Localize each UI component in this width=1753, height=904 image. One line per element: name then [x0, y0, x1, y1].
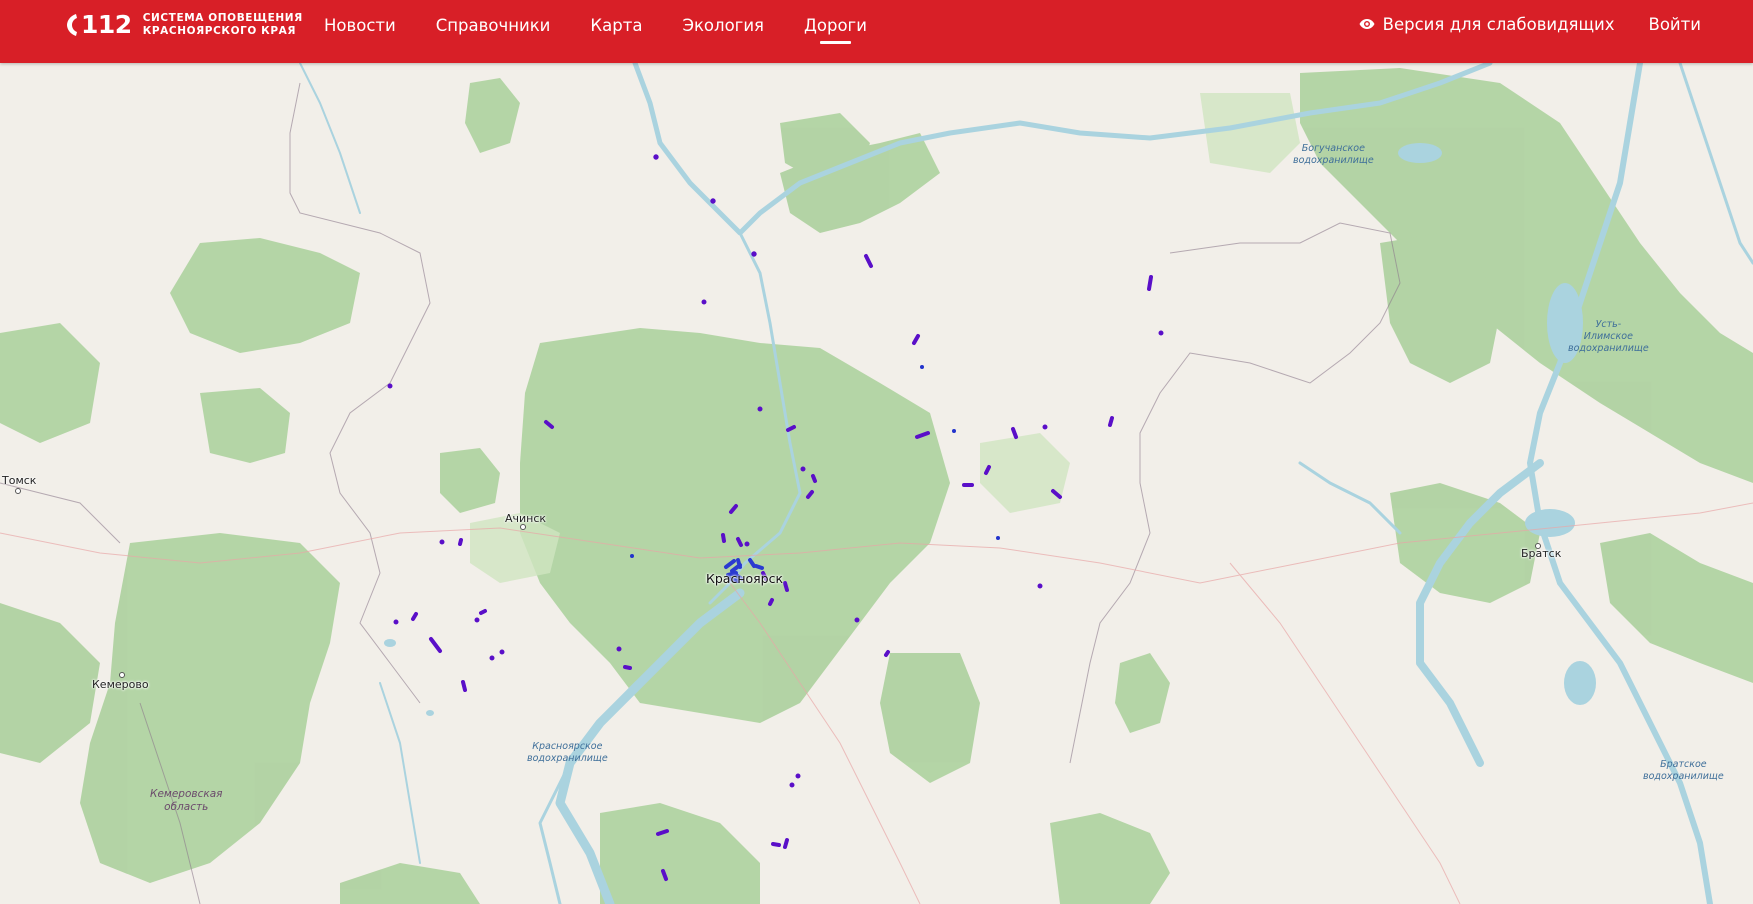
- city-label-bratsk: Братск: [1521, 547, 1562, 560]
- water-label-boguchany-reservoir: Богучанское водохранилище: [1293, 143, 1374, 166]
- eye-icon: [1359, 19, 1375, 29]
- road-event-marker: [393, 619, 399, 625]
- road-event-marker: [854, 617, 860, 623]
- road-event-marker: [499, 649, 505, 655]
- road-event-marker: [721, 533, 726, 543]
- road-event-marker: [1108, 416, 1114, 427]
- road-event-marker: [984, 465, 991, 475]
- accessibility-version-link[interactable]: Версия для слабовидящих: [1359, 15, 1615, 34]
- city-label-achinsk: Ачинск: [505, 512, 547, 525]
- road-event-marker: [1158, 330, 1164, 336]
- road-event-marker: [458, 538, 463, 546]
- road-event-marker: [795, 773, 801, 779]
- road-event-marker: [710, 198, 716, 204]
- road-event-marker: [786, 425, 796, 432]
- main-nav: Новости Справочники Карта Экология Дорог…: [324, 0, 907, 50]
- top-navigation-bar: 112 СИСТЕМА ОПОВЕЩЕНИЯ КРАСНОЯРСКОГО КРА…: [0, 0, 1753, 63]
- nav-item-roads[interactable]: Дороги: [804, 16, 867, 44]
- road-event-marker: [653, 154, 659, 160]
- road-event-marker: [751, 251, 757, 257]
- road-event-marker: [661, 869, 668, 881]
- road-event-marker: [1042, 424, 1048, 430]
- road-event-marker: [439, 539, 445, 545]
- road-event-marker: [1147, 275, 1153, 291]
- road-event-marker: [461, 680, 467, 692]
- road-event-marker: [1011, 427, 1018, 439]
- road-event-marker: [996, 536, 1000, 540]
- nav-item-news[interactable]: Новости: [324, 16, 396, 35]
- header-actions: Версия для слабовидящих Войти: [1359, 0, 1701, 48]
- road-event-marker: [811, 474, 817, 483]
- road-event-marker: [736, 537, 743, 547]
- road-event-marker: [489, 655, 495, 661]
- road-event-marker: [616, 646, 622, 652]
- nav-item-directories[interactable]: Справочники: [436, 16, 551, 35]
- city-label-kemerovo: Кемерово: [92, 678, 149, 691]
- road-event-marker: [701, 299, 707, 305]
- road-event-marker: [474, 617, 480, 623]
- region-label-kemerovo-oblast: Кемеровская область: [150, 788, 223, 813]
- nav-item-ecology[interactable]: Экология: [682, 16, 764, 35]
- road-event-marker: [884, 650, 890, 657]
- water-label-krasnoyarsk-reservoir: Красноярское водохранилище: [527, 741, 608, 764]
- login-link[interactable]: Войти: [1649, 15, 1701, 34]
- water-label-bratsk-reservoir: Братское водохранилище: [1643, 759, 1724, 782]
- city-label-tomsk: Томск: [2, 474, 37, 487]
- nav-item-map[interactable]: Карта: [590, 16, 642, 35]
- road-event-marker: [630, 554, 634, 558]
- water-label-ust-ilimsk-reservoir: Усть- Илимское водохранилище: [1568, 319, 1649, 354]
- accessibility-label: Версия для слабовидящих: [1382, 14, 1615, 34]
- logo-text-line1: СИСТЕМА ОПОВЕЩЕНИЯ: [142, 12, 303, 24]
- road-event-marker: [656, 829, 669, 836]
- road-event-marker: [771, 842, 781, 847]
- road-event-marker: [783, 581, 789, 592]
- city-label-krasnoyarsk: Красноярск: [706, 571, 784, 586]
- logo-text: СИСТЕМА ОПОВЕЩЕНИЯ КРАСНОЯРСКОГО КРАЯ: [143, 12, 303, 38]
- road-event-marker: [757, 406, 763, 412]
- phone-icon: [67, 14, 77, 36]
- road-event-marker: [789, 782, 795, 788]
- road-event-marker: [920, 365, 924, 369]
- road-event-marker: [952, 429, 956, 433]
- road-event-marker: [387, 383, 393, 389]
- road-event-marker: [623, 665, 632, 670]
- city-marker-tomsk: [15, 488, 21, 494]
- logo-text-line2: КРАСНОЯРСКОГО КРАЯ: [142, 25, 297, 37]
- road-event-marker: [411, 612, 418, 621]
- road-event-marker: [479, 609, 487, 615]
- road-event-marker: [1037, 583, 1043, 589]
- road-event-marker: [783, 838, 789, 849]
- road-event-marker: [800, 466, 806, 472]
- map-canvas[interactable]: [0, 63, 1753, 904]
- logo-112[interactable]: 112 СИСТЕМА ОПОВЕЩЕНИЯ КРАСНОЯРСКОГО КРА…: [66, 10, 303, 40]
- road-event-marker: [744, 541, 750, 547]
- logo-number: 112: [81, 10, 132, 39]
- road-map[interactable]: Томск Ачинск Красноярск Кемерово Братск …: [0, 63, 1753, 904]
- road-event-marker: [768, 598, 774, 606]
